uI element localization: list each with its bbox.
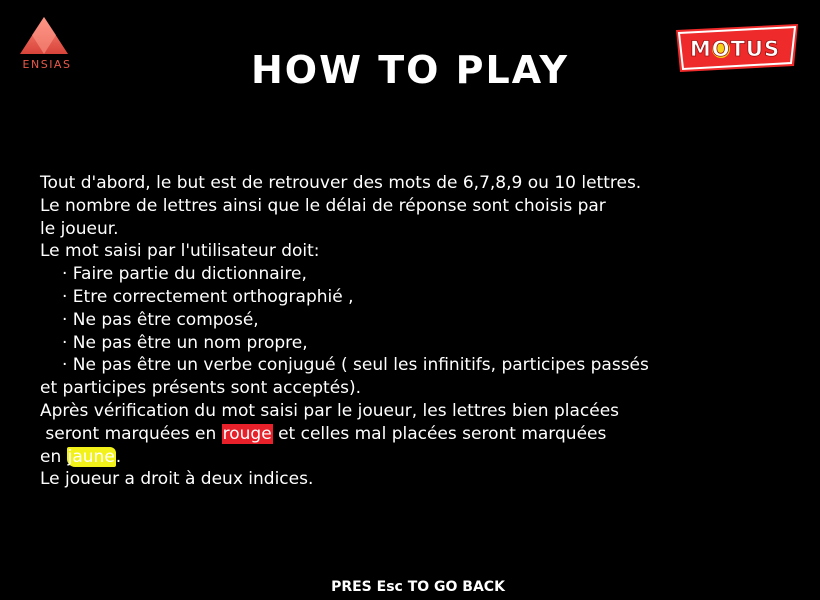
instruction-text: en bbox=[40, 446, 67, 467]
instruction-line: et participes présents sont acceptés). bbox=[40, 378, 362, 399]
rule-item: · Ne pas être un verbe conjugué ( seul l… bbox=[62, 355, 649, 376]
rule-item: · Ne pas être composé, bbox=[62, 309, 259, 330]
motus-badge-icon: MOTUS bbox=[676, 24, 798, 72]
instruction-line: Le nombre de lettres ainsi que le délai … bbox=[40, 195, 606, 216]
rule-item: · Faire partie du dictionnaire, bbox=[62, 264, 307, 285]
instruction-line: Tout d'abord, le but est de retrouver de… bbox=[40, 173, 642, 193]
instruction-line: Le joueur a droit à deux indices. bbox=[40, 469, 314, 490]
instructions: Tout d'abord, le but est de retrouver de… bbox=[40, 172, 800, 491]
red-highlight-word: rouge bbox=[221, 423, 273, 444]
rule-item: · Etre correctement orthographié , bbox=[62, 286, 354, 307]
instruction-line: Le mot saisi par l'utilisateur doit: bbox=[40, 241, 320, 262]
instruction-line: le joueur. bbox=[40, 218, 119, 239]
instruction-line: seront marquées en rouge et celles mal p… bbox=[40, 423, 800, 446]
instruction-line: Après vérification du mot saisi par le j… bbox=[40, 400, 620, 421]
rule-item: · Ne pas être un nom propre, bbox=[62, 332, 308, 353]
back-hint: PRES Esc TO GO BACK bbox=[331, 579, 505, 595]
motus-logo: MOTUS bbox=[672, 22, 802, 76]
instruction-text: . bbox=[115, 446, 122, 467]
yellow-highlight-word: jaune bbox=[66, 446, 116, 467]
instruction-text: seront marquées en bbox=[40, 423, 222, 444]
motus-logo-text: MOTUS bbox=[690, 37, 780, 61]
instruction-line: en jaune. bbox=[40, 446, 800, 469]
instruction-text: et celles mal placées seront marquées bbox=[272, 423, 607, 444]
